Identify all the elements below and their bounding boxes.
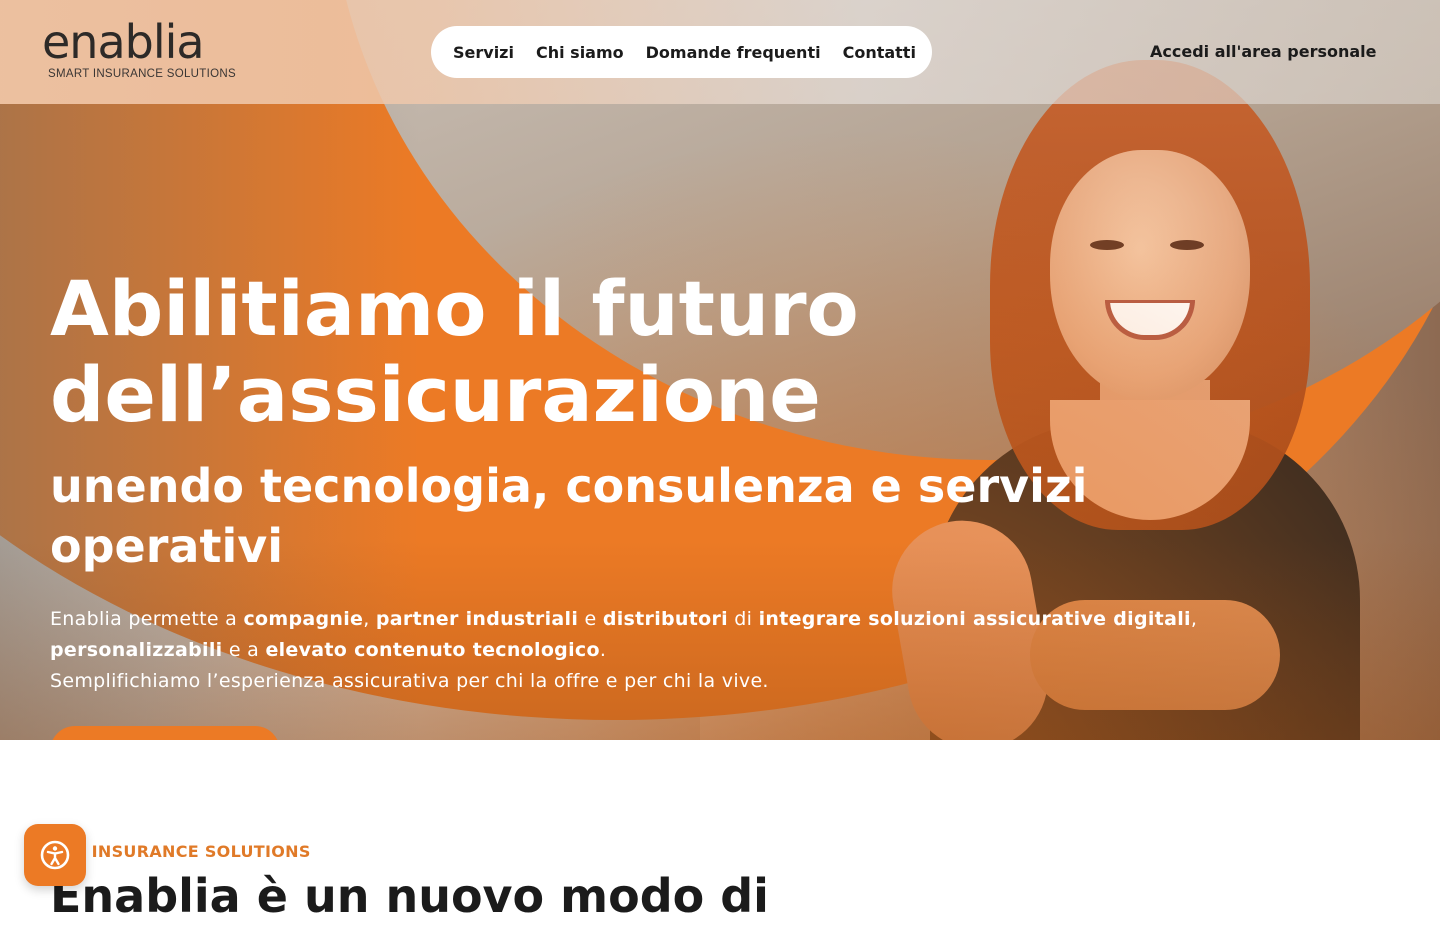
lead-bold: elevato contenuto tecnologico xyxy=(265,639,600,661)
accessibility-icon xyxy=(40,840,70,870)
lead-text: . xyxy=(599,639,607,661)
hero-cta-button[interactable] xyxy=(50,726,280,740)
about-kicker: ART INSURANCE SOLUTIONS xyxy=(50,842,311,861)
lead-bold: distributori xyxy=(602,608,728,630)
hero-lead: Enablia permette a compagnie, partner in… xyxy=(50,604,1270,697)
about-title: Enablia è un nuovo modo di xyxy=(50,869,769,923)
lead-bold: integrare soluzioni assicurative digital… xyxy=(758,608,1191,630)
accessibility-button[interactable] xyxy=(24,824,86,886)
lead-text: e a xyxy=(222,639,266,661)
main-nav: Servizi Chi siamo Domande frequenti Cont… xyxy=(431,26,932,78)
nav-item-domande-frequenti[interactable]: Domande frequenti xyxy=(646,43,821,62)
lead-text: Enablia permette a xyxy=(50,608,244,630)
lead-text: , xyxy=(363,608,376,630)
hero-subtitle: unendo tecnologia, consulenza e servizi … xyxy=(50,459,1088,573)
lead-bold: partner industriali xyxy=(375,608,579,630)
lead-text: di xyxy=(727,608,759,630)
hero-title: Abilitiamo il futuro dell’assicurazione xyxy=(50,264,859,439)
enablia-logo[interactable]: enablia SMART INSURANCE SOLUTIONS xyxy=(42,16,242,86)
lead-text: e xyxy=(578,608,603,630)
nav-item-chi-siamo[interactable]: Chi siamo xyxy=(536,43,624,62)
lead-bold: compagnie xyxy=(243,608,364,630)
lead-line-2: Semplifichiamo l’esperienza assicurativa… xyxy=(50,670,769,692)
logo-tagline: SMART INSURANCE SOLUTIONS xyxy=(48,68,236,80)
logo-wordmark: enablia xyxy=(42,15,205,69)
lead-bold: personalizzabili xyxy=(50,639,223,661)
hero-section: enablia SMART INSURANCE SOLUTIONS Serviz… xyxy=(0,0,1440,740)
login-link[interactable]: Accedi all'area personale xyxy=(1150,42,1377,61)
nav-item-contatti[interactable]: Contatti xyxy=(843,43,916,62)
nav-item-servizi[interactable]: Servizi xyxy=(453,43,514,62)
site-header: enablia SMART INSURANCE SOLUTIONS Serviz… xyxy=(0,0,1440,104)
lead-text: , xyxy=(1190,608,1198,630)
